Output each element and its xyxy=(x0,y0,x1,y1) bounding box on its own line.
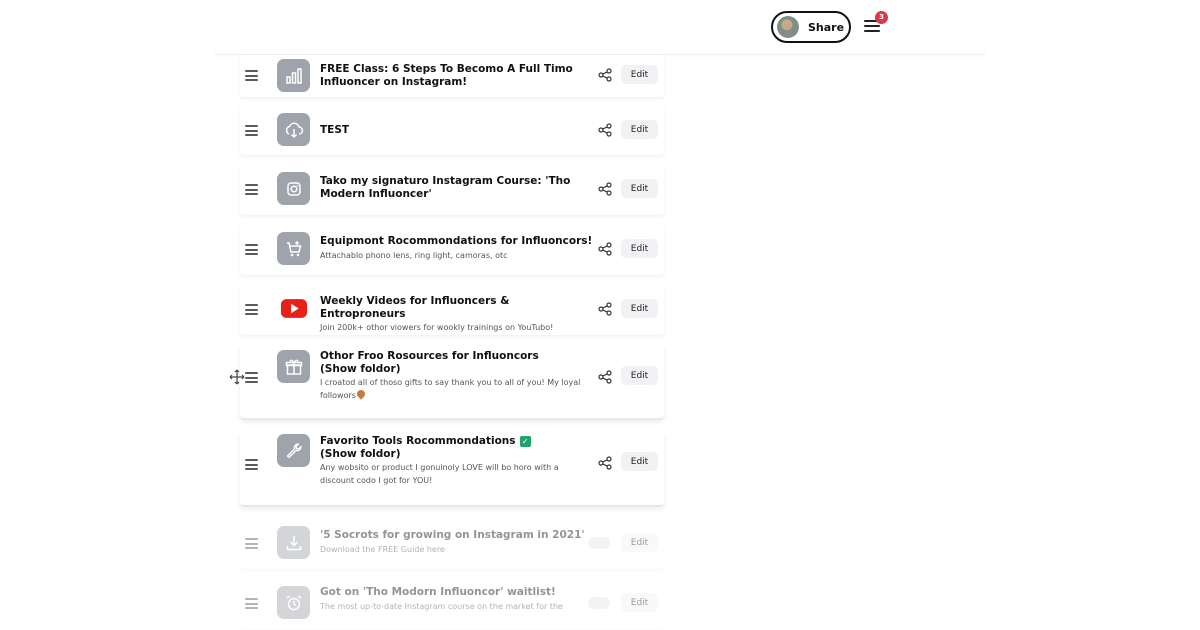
list-item[interactable]: TEST Edit xyxy=(240,105,664,155)
link-text: Favorito Tools Rocommondations ✓ (Show fo… xyxy=(320,435,595,487)
link-text: Othor Froo Rosources for Influoncors (Sh… xyxy=(320,350,595,402)
edit-button[interactable]: Edit xyxy=(621,120,658,139)
download-icon xyxy=(277,526,310,559)
edit-button[interactable]: Edit xyxy=(621,179,658,198)
link-title: Favorito Tools Rocommondations ✓ xyxy=(320,435,595,448)
share-icon[interactable] xyxy=(598,456,612,470)
share-icon[interactable] xyxy=(598,182,612,196)
link-title: Weekly Videos for Influoncers & Entropro… xyxy=(320,295,510,320)
instagram-icon xyxy=(277,172,310,205)
drag-handle-icon[interactable] xyxy=(245,304,258,315)
link-text: Equipmont Rocommondations for Influoncor… xyxy=(320,235,595,262)
drag-handle-icon[interactable] xyxy=(245,538,258,549)
list-item[interactable]: Got on 'Tho Modorn Influoncor' waitlist!… xyxy=(240,577,664,629)
link-title: Othor Froo Rosources for Influoncors xyxy=(320,350,539,362)
edit-button[interactable]: Edit xyxy=(621,65,658,84)
link-text: TEST xyxy=(320,124,595,137)
list-item-folder[interactable]: Favorito Tools Rocommondations ✓ (Show fo… xyxy=(240,430,664,505)
list-item[interactable]: FREE Class: 6 Steps To Becomo A Full Tim… xyxy=(240,55,664,97)
notification-badge: 3 xyxy=(875,11,888,24)
link-description: I croatod all of thoso gifts to say than… xyxy=(320,378,581,400)
edit-button[interactable]: Edit xyxy=(621,239,658,258)
link-title: '5 Socrots for growing on Instagram in 2… xyxy=(320,529,585,541)
visibility-toggle[interactable] xyxy=(588,537,610,549)
link-description: Any wobsito or product I gonuinoly LOVE … xyxy=(320,463,559,485)
share-button[interactable]: Share xyxy=(771,11,851,43)
alarm-clock-icon xyxy=(277,586,310,619)
drag-handle-icon[interactable] xyxy=(245,598,258,609)
share-icon[interactable] xyxy=(598,370,612,384)
drag-handle-icon[interactable] xyxy=(245,372,258,383)
link-text: '5 Socrots for growing on Instagram in 2… xyxy=(320,529,595,556)
share-button-label: Share xyxy=(808,20,845,34)
link-description: Attachablo phono lens, ring light, camor… xyxy=(320,250,508,260)
link-title: Tako my signaturo Instagram Course: 'Tho… xyxy=(320,175,571,200)
link-text: Got on 'Tho Modorn Influoncor' waitlist!… xyxy=(320,586,595,613)
link-description: Download the FREE Guide here xyxy=(320,544,445,554)
list-item[interactable]: '5 Socrots for growing on Instagram in 2… xyxy=(240,517,664,569)
cart-icon xyxy=(277,232,310,265)
link-list: FREE Class: 6 Steps To Becomo A Full Tim… xyxy=(240,55,668,630)
link-title: TEST xyxy=(320,124,350,136)
share-icon[interactable] xyxy=(598,123,612,137)
drag-handle-icon[interactable] xyxy=(245,244,258,255)
link-title: Got on 'Tho Modorn Influoncor' waitlist! xyxy=(320,586,556,598)
drag-handle-icon[interactable] xyxy=(245,184,258,195)
edit-button[interactable]: Edit xyxy=(621,593,658,612)
show-folder-link[interactable]: (Show foldor) xyxy=(320,448,595,461)
cloud-download-icon xyxy=(277,113,310,146)
heart-icon xyxy=(355,388,367,400)
edit-button[interactable]: Edit xyxy=(621,299,658,318)
drag-handle-icon[interactable] xyxy=(245,125,258,136)
wrench-icon xyxy=(277,434,310,467)
show-folder-link[interactable]: (Show foldor) xyxy=(320,363,595,376)
edit-button[interactable]: Edit xyxy=(621,366,658,385)
list-item[interactable]: Equipmont Rocommondations for Influoncor… xyxy=(240,223,664,275)
link-description: The most up-to-date Instagram course on … xyxy=(320,601,563,611)
drag-handle-icon[interactable] xyxy=(245,459,258,470)
edit-button[interactable]: Edit xyxy=(621,533,658,552)
link-description: Join 200k+ othor viowers for wookly trai… xyxy=(320,323,554,332)
drag-handle-icon[interactable] xyxy=(245,70,258,81)
youtube-icon xyxy=(277,292,310,325)
link-title: Equipmont Rocommondations for Influoncor… xyxy=(320,235,593,247)
share-icon[interactable] xyxy=(598,68,612,82)
link-title: FREE Class: 6 Steps To Becomo A Full Tim… xyxy=(320,63,573,88)
list-item[interactable]: Weekly Videos for Influoncers & Entropro… xyxy=(240,283,664,335)
list-item[interactable]: Tako my signaturo Instagram Course: 'Tho… xyxy=(240,163,664,215)
list-item-folder[interactable]: Othor Froo Rosources for Influoncors (Sh… xyxy=(240,343,664,418)
drag-cursor-icon xyxy=(229,369,245,385)
share-icon[interactable] xyxy=(598,242,612,256)
edit-button[interactable]: Edit xyxy=(621,452,658,471)
link-text: FREE Class: 6 Steps To Becomo A Full Tim… xyxy=(320,63,595,88)
link-text: Tako my signaturo Instagram Course: 'Tho… xyxy=(320,175,595,200)
link-text: Weekly Videos for Influoncers & Entropro… xyxy=(320,295,595,334)
avatar xyxy=(777,16,799,38)
bar-chart-icon xyxy=(277,59,310,92)
share-icon[interactable] xyxy=(598,302,612,316)
check-icon: ✓ xyxy=(519,436,531,447)
gift-icon xyxy=(277,350,310,383)
visibility-toggle[interactable] xyxy=(588,597,610,609)
